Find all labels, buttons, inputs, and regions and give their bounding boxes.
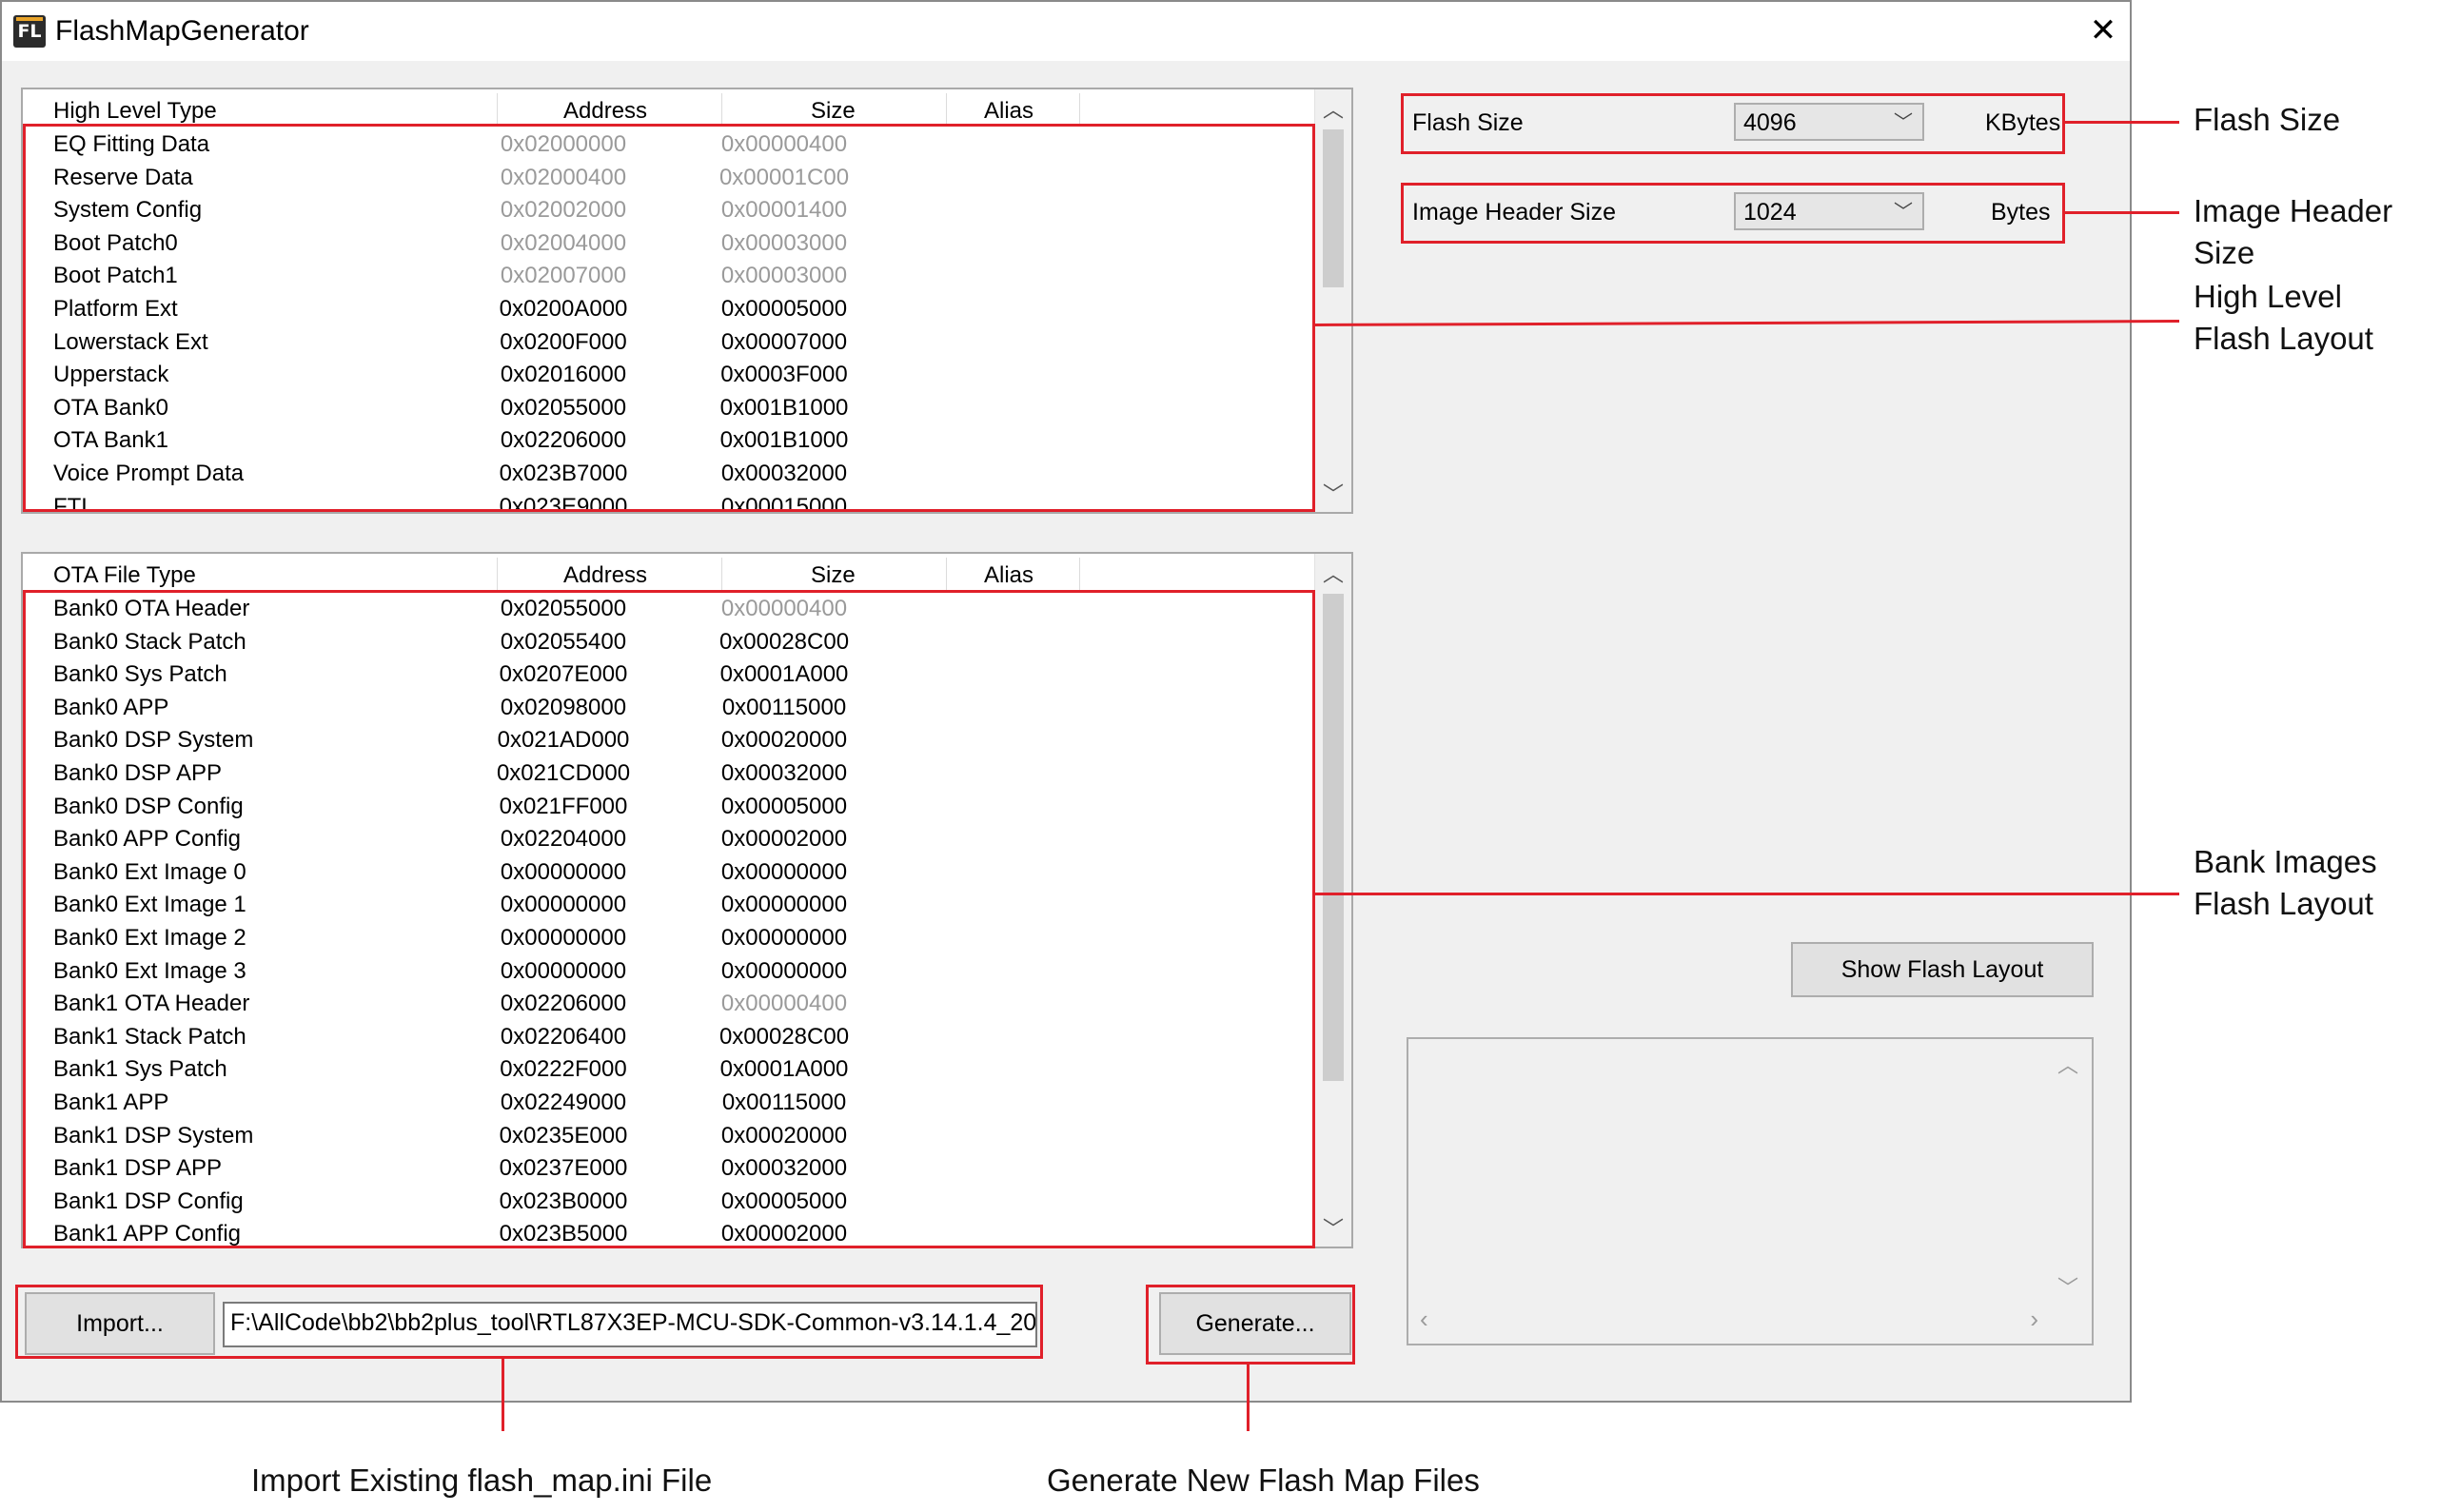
- callout-import: Import Existing flash_map.ini File: [251, 1463, 713, 1498]
- column-header[interactable]: Address: [563, 97, 647, 126]
- column-header[interactable]: Alias: [984, 97, 1033, 126]
- chevron-up-icon[interactable]: ︿: [2057, 1049, 2078, 1079]
- annotation-box-high-level: [23, 124, 1315, 512]
- annotation-box-import: [15, 1285, 1043, 1359]
- callout-bank-images-2: Flash Layout: [2194, 886, 2373, 921]
- callout-image-header-size: Image Header Size: [2194, 193, 2393, 270]
- scroll-thumb[interactable]: [1323, 129, 1344, 287]
- column-header[interactable]: Size: [811, 561, 856, 590]
- column-header[interactable]: High Level Type: [53, 97, 217, 126]
- callout-bank-images-1: Bank Images: [2194, 844, 2377, 879]
- callout-line: [502, 1359, 504, 1431]
- window-title: FlashMapGenerator: [55, 15, 309, 47]
- callout-flash-size: Flash Size: [2194, 102, 2341, 137]
- chevron-down-icon[interactable]: ﹀: [1315, 1218, 1351, 1241]
- callout-line: [1315, 893, 2179, 895]
- annotation-box-generate: [1146, 1285, 1355, 1365]
- chevron-down-icon[interactable]: ﹀: [1315, 483, 1351, 506]
- column-header[interactable]: Address: [563, 561, 647, 590]
- title-bar: FL FlashMapGenerator ✕: [2, 2, 2130, 61]
- close-icon[interactable]: ✕: [2084, 11, 2122, 49]
- chevron-right-icon[interactable]: ›: [2030, 1305, 2038, 1334]
- table-header: OTA File Type Address Size Alias: [30, 554, 1325, 592]
- callout-high-level-1: High Level: [2194, 279, 2342, 314]
- column-header[interactable]: Size: [811, 97, 856, 126]
- callout-line: [2065, 121, 2179, 124]
- column-header[interactable]: OTA File Type: [53, 561, 196, 590]
- callout-line: [1247, 1365, 1250, 1431]
- scroll-thumb[interactable]: [1323, 594, 1344, 1081]
- chevron-up-icon[interactable]: ︿: [1315, 99, 1351, 122]
- callout-generate: Generate New Flash Map Files: [1047, 1463, 1480, 1498]
- callout-line: [2065, 211, 2179, 214]
- column-header[interactable]: Alias: [984, 561, 1033, 590]
- callout-high-level-2: Flash Layout: [2194, 321, 2373, 356]
- chevron-down-icon[interactable]: ﹀: [2057, 1271, 2078, 1302]
- app-logo-icon: FL: [13, 15, 46, 48]
- table-header: High Level Type Address Size Alias: [30, 89, 1325, 128]
- annotation-box-image-header: [1401, 183, 2065, 244]
- vertical-scrollbar[interactable]: ︿ ﹀: [1314, 89, 1351, 512]
- annotation-box-flash-size: [1401, 93, 2065, 154]
- show-flash-layout-button[interactable]: Show Flash Layout: [1791, 942, 2094, 997]
- annotation-box-bank-images: [23, 590, 1315, 1248]
- app-logo-text: FL: [17, 21, 42, 42]
- vertical-scrollbar[interactable]: ︿ ﹀: [1314, 554, 1351, 1247]
- chevron-left-icon[interactable]: ‹: [1420, 1305, 1428, 1334]
- chevron-up-icon[interactable]: ︿: [1315, 563, 1351, 586]
- output-text-area[interactable]: ︿ ﹀ ‹ ›: [1407, 1037, 2094, 1345]
